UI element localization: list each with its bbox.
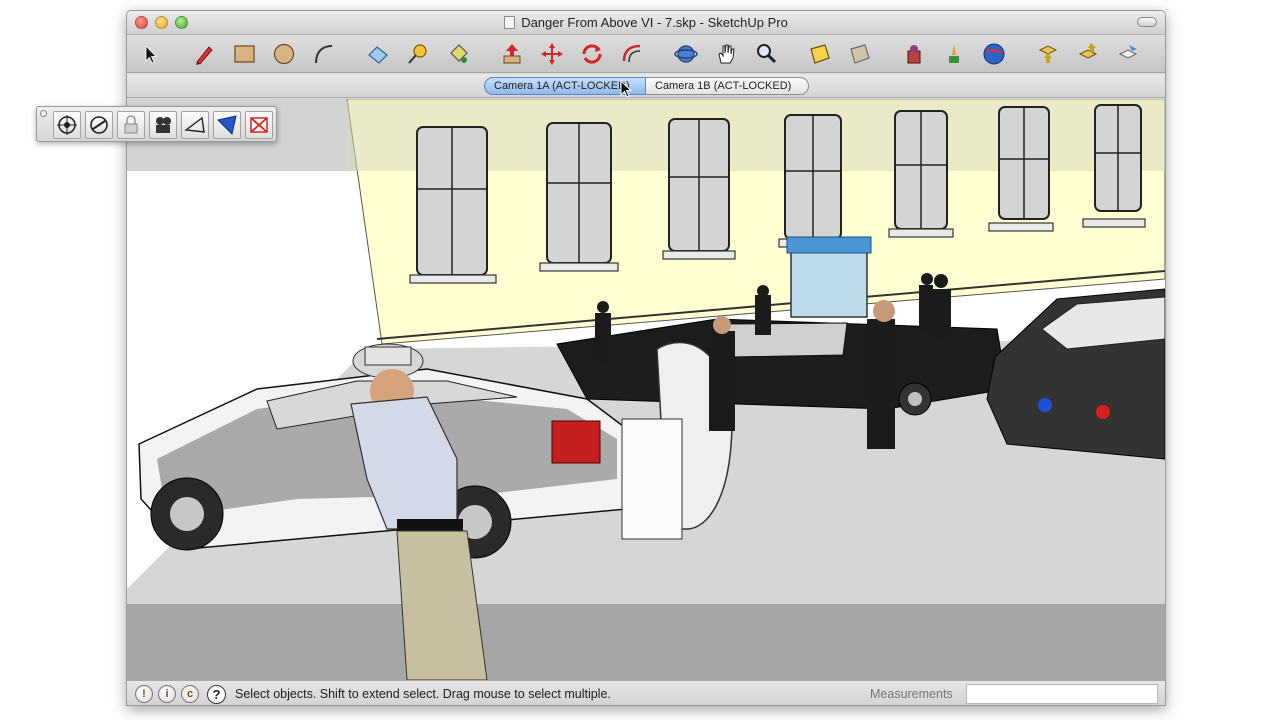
- help-icon[interactable]: ?: [207, 685, 226, 704]
- zoom-tool-button[interactable]: [753, 41, 779, 67]
- show-frustum-button[interactable]: [181, 111, 209, 139]
- film-camera-icon: [156, 117, 171, 133]
- window-title-container: Danger From Above VI - 7.skp - SketchUp …: [127, 15, 1165, 30]
- get-models-icon: [949, 44, 959, 63]
- rotate-tool-button[interactable]: [579, 41, 605, 67]
- look-through-camera-button[interactable]: [53, 111, 81, 139]
- show-frustum-fill-button[interactable]: [213, 111, 241, 139]
- orbit-icon: [674, 45, 698, 63]
- measurements-input[interactable]: [966, 684, 1158, 704]
- components-tool-button[interactable]: [901, 41, 927, 67]
- export-tool-button[interactable]: [1075, 41, 1101, 67]
- section-fill-tool-button[interactable]: [847, 41, 873, 67]
- lock-camera-icon: [124, 115, 138, 134]
- title-bar: Danger From Above VI - 7.skp - SketchUp …: [127, 11, 1165, 35]
- pencil-icon: [196, 46, 213, 65]
- move-icon: [541, 43, 563, 65]
- lock-camera-button[interactable]: [117, 111, 145, 139]
- look-through-camera-icon: [57, 115, 77, 135]
- delete-camera-icon: [250, 117, 268, 133]
- paint-bucket-tool-button[interactable]: [445, 41, 471, 67]
- modeling-viewport[interactable]: [127, 99, 1165, 680]
- window-title: Danger From Above VI - 7.skp - SketchUp …: [521, 15, 788, 30]
- component-icon: [907, 45, 921, 64]
- rectangle-tool-button[interactable]: [231, 41, 257, 67]
- orbit-tool-button[interactable]: [673, 41, 699, 67]
- status-message: Select objects. Shift to extend select. …: [235, 687, 611, 701]
- get-models-tool-button[interactable]: [941, 41, 967, 67]
- tape-measure-tool-button[interactable]: [405, 41, 431, 67]
- tape-measure-icon: [408, 44, 427, 64]
- document-icon: [504, 16, 516, 29]
- main-toolbar: [127, 35, 1165, 73]
- push-pull-icon: [503, 44, 521, 64]
- tab-camera-1b[interactable]: Camera 1B (ACT-LOCKED): [646, 77, 809, 95]
- rotate-icon: [582, 44, 602, 64]
- film-camera-button[interactable]: [149, 111, 177, 139]
- status-bar: ! i c ? Select objects. Shift to extend …: [127, 680, 1165, 705]
- paint-bucket-icon: [450, 44, 468, 63]
- pencil-tool-button[interactable]: [191, 41, 217, 67]
- google-earth-icon: [983, 43, 1005, 65]
- select-tool-button[interactable]: [137, 41, 163, 67]
- eraser-icon: [368, 46, 388, 64]
- delete-camera-button[interactable]: [245, 111, 273, 139]
- pan-tool-button[interactable]: [713, 41, 739, 67]
- frustum-icon: [184, 116, 205, 133]
- google-earth-tool-button[interactable]: [981, 41, 1007, 67]
- arc-tool-button[interactable]: [311, 41, 337, 67]
- camera-properties-button[interactable]: [85, 111, 113, 139]
- select-icon: [145, 45, 157, 64]
- palette-close-button[interactable]: [40, 110, 47, 117]
- circle-tool-button[interactable]: [271, 41, 297, 67]
- offset-icon: [622, 44, 641, 63]
- scene-tabs-bar: Camera 1A (ACT-LOCKED) Camera 1B (ACT-LO…: [127, 74, 1165, 98]
- import-tool-button[interactable]: [1035, 41, 1061, 67]
- share-model-tool-button[interactable]: [1115, 41, 1141, 67]
- circle-icon: [273, 43, 295, 65]
- zoom-icon: [757, 44, 777, 64]
- push-pull-tool-button[interactable]: [499, 41, 525, 67]
- import-icon: [1038, 45, 1058, 63]
- share-icon: [1118, 45, 1138, 59]
- scene-render: [127, 99, 1165, 680]
- eraser-tool-button[interactable]: [365, 41, 391, 67]
- section-plane-icon: [810, 44, 830, 64]
- arc-icon: [315, 45, 333, 64]
- move-tool-button[interactable]: [539, 41, 565, 67]
- advanced-camera-palette: [36, 106, 277, 142]
- pan-icon: [718, 44, 735, 64]
- mouse-cursor-icon: [620, 80, 632, 98]
- camera-properties-icon: [90, 116, 108, 134]
- section-plane-alt-icon: [850, 44, 870, 64]
- user-icon[interactable]: c: [181, 685, 199, 703]
- geo-location-icon[interactable]: !: [135, 685, 153, 703]
- credits-icon[interactable]: i: [158, 685, 176, 703]
- toolbar-toggle-button[interactable]: [1137, 17, 1157, 27]
- frustum-fill-icon: [217, 115, 237, 135]
- sketchup-window: Danger From Above VI - 7.skp - SketchUp …: [126, 10, 1166, 706]
- offset-tool-button[interactable]: [619, 41, 645, 67]
- section-plane-tool-button[interactable]: [807, 41, 833, 67]
- rectangle-icon: [234, 45, 255, 63]
- export-icon: [1078, 43, 1098, 59]
- measurements-label: Measurements: [870, 687, 953, 701]
